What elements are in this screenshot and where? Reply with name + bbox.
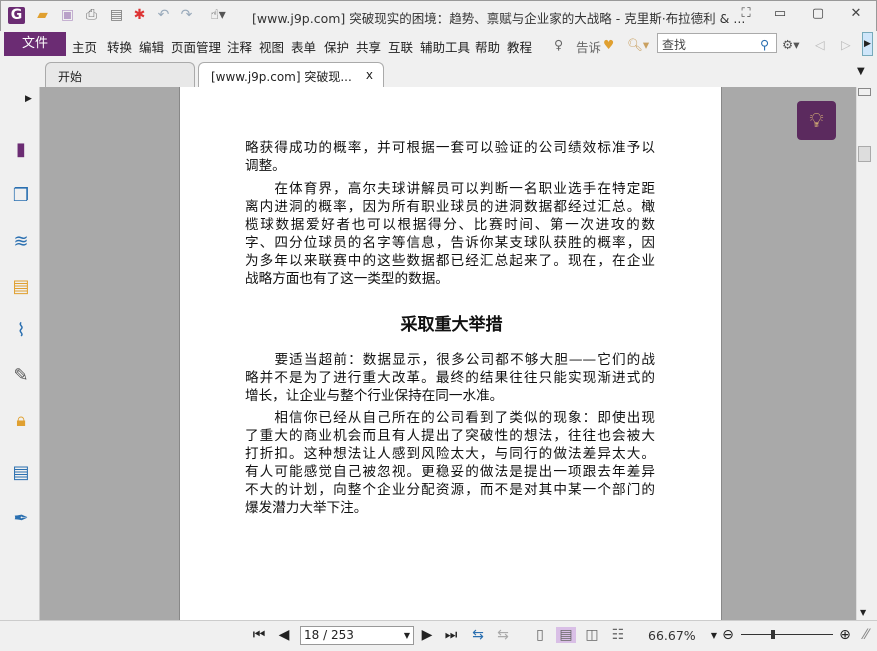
menu-accessibility[interactable]: 辅助工具 (420, 37, 470, 56)
tell-me[interactable]: 告诉 (576, 37, 601, 56)
security-lock-icon[interactable]: 🔒︎ (10, 410, 32, 432)
search-icon[interactable]: ⚲ (760, 37, 769, 52)
text-line: 字、四分位球员的名字等信息，告诉你某支球队获胜的概率，因 (245, 235, 655, 251)
tab-start[interactable]: 开始 (45, 62, 195, 87)
text-line: 打折扣。这种想法让人感到风险太大，与同行的做法差异太大。 (245, 446, 655, 462)
maximize-button[interactable]: ▢ (808, 6, 828, 24)
text-line: 相信你已经从自己所在的公司看到了类似的现象：即使出现 (245, 410, 655, 426)
menu-file[interactable]: 文件 (4, 32, 66, 56)
scrollbar-thumb[interactable] (858, 146, 871, 162)
fullscreen-icon[interactable]: ⛶ (736, 6, 756, 24)
left-sidebar (0, 87, 40, 620)
app-logo-icon: G (8, 7, 25, 24)
print-icon[interactable]: ⎙ (83, 7, 100, 24)
menu-tutorial[interactable]: 教程 (507, 37, 532, 56)
menu-view[interactable]: 视图 (259, 37, 284, 56)
next-view-icon[interactable]: ⇆ (495, 627, 511, 643)
text-line: 增长，让企业与整个行业保持在同一水准。 (245, 388, 504, 404)
text-line: 要适当超前：数据显示，很多公司都不够大胆——它们的战 (245, 352, 655, 368)
tab-document[interactable]: [www.j9p.com] 突破现... x (198, 62, 384, 87)
page-number: 18 / 253 (304, 628, 354, 642)
last-page-button[interactable]: ⏭ (443, 627, 459, 643)
text-line: 爆发潜力大举下注。 (245, 500, 368, 516)
text-line: 略并不是为了进行重大改革。最终的结果往往只能实现渐进式的 (245, 370, 655, 386)
pages-icon[interactable]: ❐ (10, 185, 32, 207)
signature-icon[interactable]: ✎ (10, 365, 32, 387)
menu-organize[interactable]: 页面管理 (171, 37, 221, 56)
layers-icon[interactable]: ≋ (10, 231, 32, 253)
nav-forward-icon[interactable]: ▷ (841, 37, 851, 52)
continuous-facing-icon[interactable]: ☷ (610, 627, 626, 643)
text-line: 战略方面也有了这一类型的数据。 (245, 271, 449, 287)
text-line: 略获得成功的概率，并可根据一套可以验证的公司绩效标准予以 (245, 140, 655, 156)
menu-connect[interactable]: 互联 (388, 37, 413, 56)
save-icon[interactable]: ▣ (59, 7, 76, 24)
page-thumbnails-icon[interactable]: ▮ (10, 139, 32, 161)
vertical-scrollbar[interactable] (856, 87, 873, 620)
find-folder-icon[interactable]: 🔍︎▾ (627, 37, 649, 53)
facing-pages-icon[interactable]: ◫ (584, 627, 600, 643)
next-page-button[interactable]: ▶ (419, 627, 435, 643)
previous-page-button[interactable]: ◀ (276, 627, 292, 643)
tab-list-dropdown[interactable]: ▼ (857, 66, 865, 77)
zoom-out-icon[interactable]: ⊖ (720, 627, 736, 643)
tab-label: 开始 (58, 70, 83, 84)
zoom-level[interactable]: 66.67% (648, 628, 696, 643)
section-heading: 采取重大举措 (400, 315, 503, 335)
undo-icon[interactable]: ↶ (155, 7, 172, 24)
menu-protect[interactable]: 保护 (324, 37, 349, 56)
text-line: 在体育界，高尔夫球讲解员可以判断一名职业选手在特定距 (245, 181, 655, 197)
first-page-button[interactable]: ⏮ (251, 627, 267, 643)
page-number-input[interactable]: 18 / 253 ▼ (300, 626, 414, 645)
expand-sidebar-icon[interactable]: ▶ (25, 94, 32, 104)
text-line: 为多年以来联赛中的这些数据都已经汇总起来了。现在，在企业 (245, 253, 655, 269)
open-icon[interactable]: ▰ (34, 7, 51, 24)
menu-help[interactable]: 帮助 (475, 37, 500, 56)
text-line: 榄球数据爱好者也可以根据得分、比赛时间、第一次进攻的数 (245, 217, 655, 233)
text-line: 了重大的商业机会而且有人提出了突破性的想法，往往也会被大 (245, 428, 655, 444)
tab-label: [www.j9p.com] 突破现... (211, 70, 352, 84)
hand-tool-icon[interactable]: ☝▾ (203, 7, 233, 24)
zoom-slider-handle[interactable] (771, 630, 775, 639)
search-input[interactable]: 查找 (657, 33, 777, 53)
settings-icon[interactable]: ⚙▾ (782, 37, 799, 52)
menu-comment[interactable]: 注释 (227, 37, 252, 56)
menu-edit[interactable]: 编辑 (139, 37, 164, 56)
scroll-down-button[interactable]: ▼ (860, 608, 866, 617)
document-page: 略获得成功的概率，并可根据一套可以验证的公司绩效标准予以 调整。 在体育界，高尔… (179, 87, 722, 620)
window-title: [www.j9p.com] 突破现实的困境：趋势、禀赋与企业家的大战略 - 克里… (252, 11, 746, 26)
minimize-button[interactable]: ▭ (770, 6, 790, 24)
ribbon-scroll-right[interactable]: ▶ (862, 32, 873, 56)
menu-form[interactable]: 表单 (291, 37, 316, 56)
text-line: 不大的计划，向整个企业分配资源，而不是对其中某一个部门的 (245, 482, 655, 498)
text-line: 离内进洞的概率，因为所有职业球员的进洞数据都经过汇总。橄 (245, 199, 655, 215)
text-line: 有人可能感觉自己被忽视。更稳妥的做法是提出一项跟去年差异 (245, 464, 655, 480)
heart-icon[interactable]: ♥ (603, 37, 614, 52)
menu-share[interactable]: 共享 (356, 37, 381, 56)
form-fields-icon[interactable]: ▤ (10, 462, 32, 484)
lightbulb-icon[interactable]: ♀ (554, 37, 563, 52)
status-bar (0, 620, 877, 651)
close-button[interactable]: ✕ (846, 6, 866, 24)
text-line: 调整。 (245, 158, 286, 174)
properties-icon[interactable]: ▤ (108, 7, 125, 24)
scroll-up-button[interactable] (858, 88, 871, 96)
new-icon[interactable]: ✱ (131, 7, 148, 24)
previous-view-icon[interactable]: ⇆ (470, 627, 486, 643)
menu-home[interactable]: 主页 (72, 37, 97, 56)
single-page-icon[interactable]: ▯ (532, 627, 548, 643)
zoom-slider[interactable] (741, 634, 833, 635)
menu-convert[interactable]: 转换 (107, 37, 132, 56)
comments-icon[interactable]: ▤ (10, 276, 32, 298)
nav-back-icon[interactable]: ◁ (815, 37, 825, 52)
resize-grip-icon[interactable]: ⁄⁄ (858, 627, 874, 643)
redo-icon[interactable]: ↷ (178, 7, 195, 24)
continuous-page-icon[interactable]: ▤ (556, 627, 576, 643)
certify-icon[interactable]: ✒ (10, 508, 32, 530)
tab-close-icon[interactable]: x (366, 68, 373, 82)
attachments-icon[interactable]: ⌇ (10, 320, 32, 342)
zoom-in-icon[interactable]: ⊕ (837, 627, 853, 643)
lightbulb-icon[interactable]: 💡︎ (797, 101, 836, 140)
